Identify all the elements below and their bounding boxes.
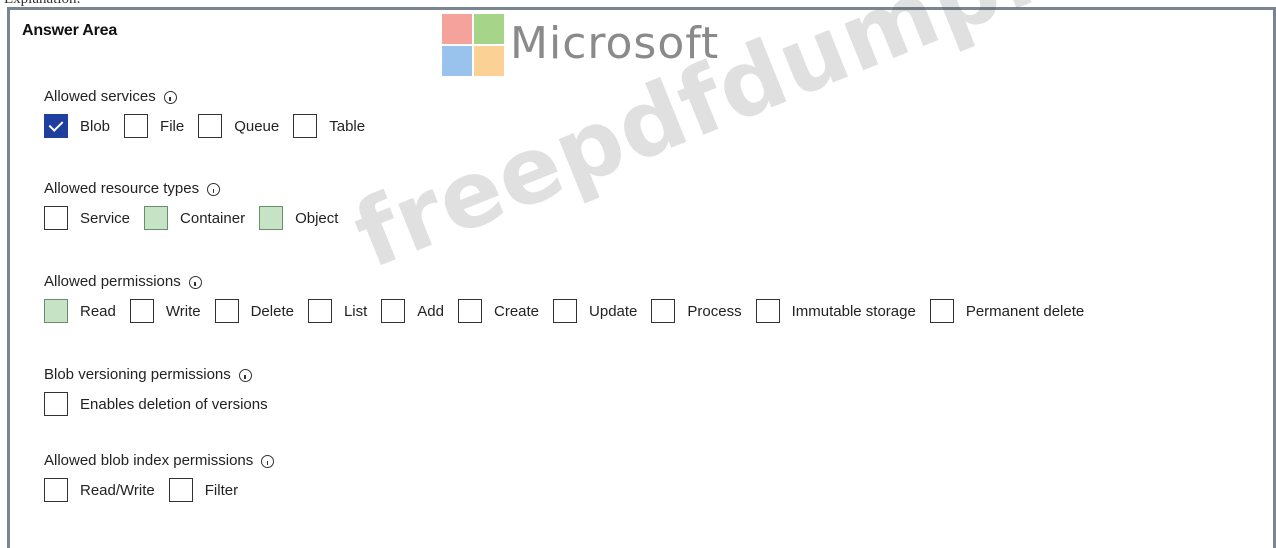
option-label: Create xyxy=(494,302,540,320)
group-label: Allowed blob index permissions xyxy=(44,452,254,469)
option-object[interactable]: Object xyxy=(259,206,338,230)
option-container[interactable]: Container xyxy=(144,206,245,230)
option-label: Container xyxy=(180,209,246,227)
option-label: Read xyxy=(80,302,116,320)
option-label: Immutable storage xyxy=(791,302,916,320)
option-label: Enables deletion of versions xyxy=(80,395,268,413)
option-service[interactable]: Service xyxy=(44,206,130,230)
checkbox[interactable] xyxy=(44,114,68,138)
option-label: Blob xyxy=(80,117,111,135)
checkbox[interactable] xyxy=(214,299,239,323)
option-table[interactable]: Table xyxy=(293,114,365,138)
group-allowed-services: Allowed services Blob File Queue Table xyxy=(44,86,379,140)
option-list[interactable]: List xyxy=(307,299,368,323)
option-label: Object xyxy=(295,209,339,227)
option-immutable-storage[interactable]: Immutable storage xyxy=(755,299,916,323)
option-label: Filter xyxy=(204,481,239,499)
group-blob-versioning-permissions: Blob versioning permissions Enables dele… xyxy=(44,364,282,418)
option-create[interactable]: Create xyxy=(458,299,539,323)
checkbox[interactable] xyxy=(44,299,68,323)
option-add[interactable]: Add xyxy=(381,299,444,323)
option-label: Queue xyxy=(234,117,280,135)
checkbox[interactable] xyxy=(44,392,68,416)
option-label: Add xyxy=(417,302,444,320)
checkbox[interactable] xyxy=(929,299,954,323)
info-icon[interactable] xyxy=(188,275,202,289)
option-label: Read/Write xyxy=(80,481,155,499)
info-icon[interactable] xyxy=(207,182,221,196)
microsoft-wordmark: Microsoft xyxy=(510,18,720,69)
group-label: Allowed resource types xyxy=(44,180,200,197)
checkbox[interactable] xyxy=(198,114,223,138)
microsoft-logo-icon xyxy=(442,14,504,76)
option-label: Update xyxy=(589,302,638,320)
option-label: List xyxy=(343,302,368,320)
option-label: Delete xyxy=(250,302,294,320)
option-permanent-delete[interactable]: Permanent delete xyxy=(929,299,1085,323)
option-label: File xyxy=(160,117,185,135)
group-allowed-blob-index-permissions: Allowed blob index permissions Read/Writ… xyxy=(44,450,275,504)
info-icon[interactable] xyxy=(261,454,275,468)
group-allowed-resource-types: Allowed resource types Service Container… xyxy=(44,178,352,232)
option-label: Permanent delete xyxy=(965,302,1085,320)
checkbox[interactable] xyxy=(755,299,780,323)
option-label: Write xyxy=(165,302,201,320)
checkbox[interactable] xyxy=(259,206,284,230)
checkbox[interactable] xyxy=(553,299,578,323)
group-label: Allowed permissions xyxy=(44,273,181,290)
group-allowed-permissions: Allowed permissions Read Write Delete Li… xyxy=(44,271,1084,325)
option-read-write[interactable]: Read/Write xyxy=(44,478,155,502)
option-update[interactable]: Update xyxy=(553,299,637,323)
option-label: Process xyxy=(687,302,742,320)
option-filter[interactable]: Filter xyxy=(168,478,239,502)
checkbox[interactable] xyxy=(458,299,482,323)
checkbox[interactable] xyxy=(293,114,318,138)
checkbox[interactable] xyxy=(144,206,169,230)
checkbox[interactable] xyxy=(381,299,406,323)
option-label: Service xyxy=(80,209,131,227)
checkbox[interactable] xyxy=(168,478,193,502)
option-blob[interactable]: Blob xyxy=(44,114,110,138)
checkbox[interactable] xyxy=(129,299,154,323)
option-process[interactable]: Process xyxy=(651,299,742,323)
checkbox[interactable] xyxy=(44,206,68,230)
option-write[interactable]: Write xyxy=(129,299,201,323)
checkbox[interactable] xyxy=(651,299,676,323)
option-file[interactable]: File xyxy=(124,114,184,138)
option-delete[interactable]: Delete xyxy=(214,299,294,323)
checkbox[interactable] xyxy=(124,114,149,138)
checkbox[interactable] xyxy=(307,299,332,323)
answer-area-title: Answer Area xyxy=(22,22,118,39)
option-enables-deletion-of-versions[interactable]: Enables deletion of versions xyxy=(44,392,268,416)
checkbox[interactable] xyxy=(44,478,68,502)
info-icon[interactable] xyxy=(163,90,177,104)
group-label: Blob versioning permissions xyxy=(44,366,231,383)
option-read[interactable]: Read xyxy=(44,299,116,323)
option-label: Table xyxy=(329,117,366,135)
info-icon[interactable] xyxy=(238,368,252,382)
group-label: Allowed services xyxy=(44,88,156,105)
option-queue[interactable]: Queue xyxy=(198,114,279,138)
